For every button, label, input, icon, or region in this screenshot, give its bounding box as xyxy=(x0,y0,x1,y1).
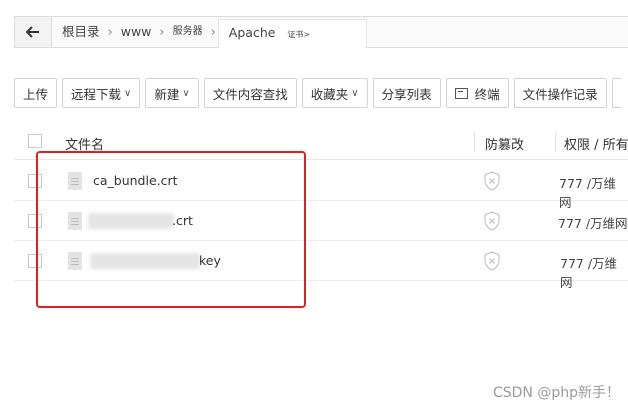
breadcrumb-item-current[interactable]: Apache 证书> xyxy=(217,18,368,48)
breadcrumb-item-server[interactable]: 服务器 xyxy=(167,17,209,47)
chevron-down-icon: ∨ xyxy=(124,87,132,99)
favorites-button[interactable]: 收藏夹 ∨ xyxy=(301,78,368,108)
back-button[interactable] xyxy=(15,17,52,47)
new-label: 新建 xyxy=(154,86,180,102)
arrow-left-icon xyxy=(26,26,39,38)
select-all-checkbox[interactable] xyxy=(28,134,42,148)
shield-icon[interactable] xyxy=(483,211,501,231)
chevron-right-icon: › xyxy=(107,24,113,40)
content-search-label: 文件内容查找 xyxy=(212,86,288,102)
permission-value[interactable]: 777 /万维网 xyxy=(560,253,628,291)
favorites-label: 收藏夹 xyxy=(310,86,349,102)
breadcrumb: 根目录 › www › 服务器 › Apache 证书> xyxy=(14,16,628,48)
breadcrumb-item-www[interactable]: www xyxy=(115,17,158,47)
share-list-button[interactable]: 分享列表 xyxy=(372,78,441,108)
chevron-right-icon: › xyxy=(210,24,216,40)
column-divider xyxy=(555,132,556,152)
operation-log-label: 文件操作记录 xyxy=(522,86,598,102)
header-tamper[interactable]: 防篡改 xyxy=(485,134,524,153)
content-search-button[interactable]: 文件内容查找 xyxy=(203,78,297,108)
column-divider xyxy=(474,132,475,152)
breadcrumb-item-cert: 证书> xyxy=(287,29,311,39)
operation-log-button[interactable]: 文件操作记录 xyxy=(513,78,607,108)
highlight-box xyxy=(36,151,306,308)
terminal-button[interactable]: 终端 xyxy=(445,78,509,108)
toolbar: 上传 远程下载 ∨ 新建 ∨ 文件内容查找 收藏夹 ∨ 分享列表 终端 文件操作… xyxy=(14,78,627,108)
new-button[interactable]: 新建 ∨ xyxy=(145,78,199,108)
upload-label: 上传 xyxy=(23,86,49,102)
redacted-text xyxy=(316,29,357,37)
breadcrumb-item-apache: Apache xyxy=(228,24,276,40)
remote-download-label: 远程下载 xyxy=(71,86,122,102)
watermark: CSDN @php新手！ xyxy=(492,385,620,401)
share-list-label: 分享列表 xyxy=(381,86,432,102)
terminal-label: 终端 xyxy=(474,86,500,102)
header-permission[interactable]: 权限 / 所有 xyxy=(564,134,628,153)
upload-button[interactable]: 上传 xyxy=(14,78,58,108)
more-button[interactable] xyxy=(611,78,622,108)
permission-value[interactable]: 777 /万维网 xyxy=(558,213,628,232)
remote-download-button[interactable]: 远程下载 ∨ xyxy=(62,78,141,108)
chevron-down-icon: ∨ xyxy=(351,87,359,99)
shield-icon[interactable] xyxy=(483,171,501,191)
shield-icon[interactable] xyxy=(483,251,501,271)
chevron-right-icon: › xyxy=(159,24,165,40)
chevron-down-icon: ∨ xyxy=(182,87,190,99)
terminal-icon xyxy=(454,87,468,99)
breadcrumb-item-root[interactable]: 根目录 xyxy=(56,17,106,47)
